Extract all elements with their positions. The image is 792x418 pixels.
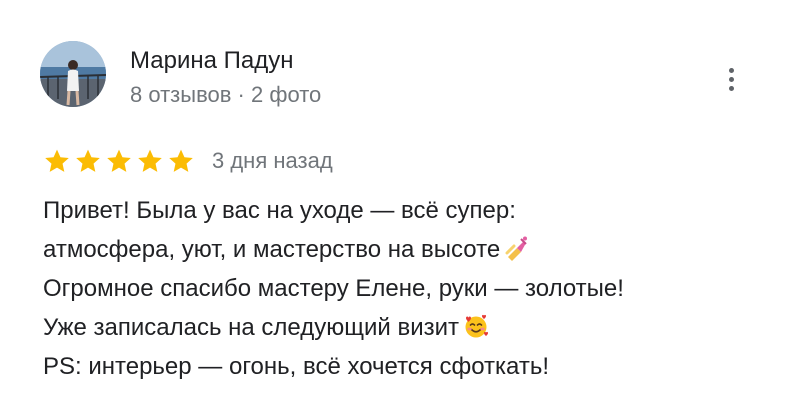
avatar-photo xyxy=(40,41,106,107)
more-vert-icon xyxy=(728,67,734,73)
review-text-line: атмосфера, уют, и мастерство на высоте xyxy=(43,230,773,269)
rating-row: 3 дня назад xyxy=(43,146,333,176)
review-text-line-4: Уже записалась на следующий визит xyxy=(43,314,460,341)
smiling-face-with-hearts-emoji-icon xyxy=(463,313,489,339)
more-vert-icon-dot xyxy=(728,76,734,82)
star-icon xyxy=(105,147,133,175)
review-card: Марина Падун 8 отзывов · 2 фото 3 дня на… xyxy=(0,0,792,418)
more-options-button[interactable] xyxy=(716,62,746,96)
nail-polish-emoji-icon xyxy=(504,235,530,261)
star-icon xyxy=(43,147,71,175)
review-text: Привет! Была у вас на уходе — всё супер:… xyxy=(43,191,773,386)
review-text-line: Привет! Была у вас на уходе — всё супер: xyxy=(43,191,773,230)
review-text-line-5: PS: интерьер — огонь, всё хочется сфотка… xyxy=(43,353,550,380)
review-text-line: Огромное спасибо мастеру Елене, руки — з… xyxy=(43,269,773,308)
star-icon xyxy=(136,147,164,175)
author-avatar[interactable] xyxy=(40,41,106,107)
review-date: 3 дня назад xyxy=(212,148,333,173)
star-rating xyxy=(43,147,195,175)
star-icon xyxy=(74,147,102,175)
author-name[interactable]: Марина Падун xyxy=(130,46,294,76)
review-text-line: Уже записалась на следующий визит xyxy=(43,308,773,347)
review-text-line: PS: интерьер — огонь, всё хочется сфотка… xyxy=(43,347,773,386)
author-meta[interactable]: 8 отзывов · 2 фото xyxy=(130,81,321,109)
star-icon xyxy=(167,147,195,175)
review-text-line-3: Огромное спасибо мастеру Елене, руки — з… xyxy=(43,275,624,302)
review-text-line-1: Привет! Была у вас на уходе — всё супер: xyxy=(43,197,516,224)
more-vert-icon-dot xyxy=(728,85,734,91)
review-text-line-2: атмосфера, уют, и мастерство на высоте xyxy=(43,236,501,263)
